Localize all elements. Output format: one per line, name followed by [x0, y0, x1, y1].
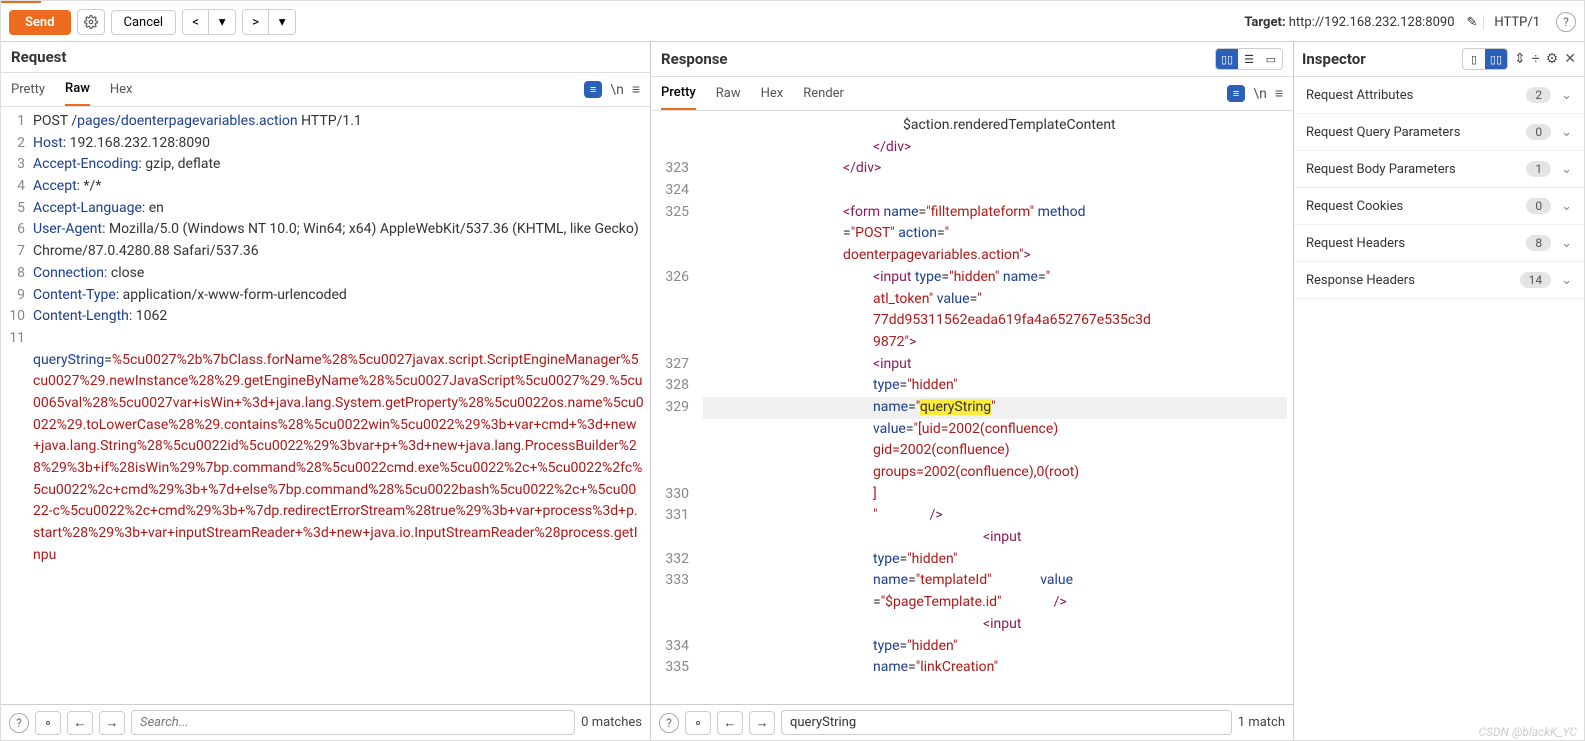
- resp-settings-icon[interactable]: [685, 711, 711, 735]
- response-body[interactable]: 323324325 326 327328329 330331 332333 33…: [651, 111, 1293, 704]
- inspector-row[interactable]: Request Body Parameters1⌄: [1294, 151, 1584, 188]
- tab-resp-hex[interactable]: Hex: [761, 78, 784, 109]
- request-body[interactable]: 1234567891011 POST /pages/doenterpagevar…: [1, 107, 650, 704]
- settings-icon[interactable]: [77, 9, 105, 35]
- insp-split-icon[interactable]: ÷: [1532, 51, 1540, 67]
- nav-back-group: < ▾: [182, 9, 236, 35]
- wrap-toggle[interactable]: ≡: [584, 81, 602, 98]
- inspector-title: Inspector: [1302, 50, 1456, 68]
- tab-raw[interactable]: Raw: [65, 73, 90, 106]
- insp-close-icon[interactable]: ✕: [1564, 51, 1576, 67]
- http-version[interactable]: HTTP/1: [1483, 15, 1550, 30]
- tab-hex[interactable]: Hex: [110, 74, 133, 105]
- response-title: Response: [661, 50, 1215, 68]
- tab-pretty[interactable]: Pretty: [11, 74, 45, 105]
- request-tabs: Pretty Raw Hex ≡ \n ≡: [1, 73, 650, 107]
- resp-newline-icon[interactable]: \n: [1253, 86, 1266, 102]
- req-prev-icon[interactable]: ←: [67, 711, 93, 735]
- help-icon[interactable]: ?: [1556, 12, 1576, 32]
- inspector-row[interactable]: Request Attributes2⌄: [1294, 77, 1584, 114]
- nav-fwd-group: > ▾: [242, 9, 296, 35]
- inspector-row[interactable]: Response Headers14⌄: [1294, 262, 1584, 299]
- request-panel: Request Pretty Raw Hex ≡ \n ≡ 1234567891…: [1, 42, 651, 740]
- inspector-panel: Inspector ▯▯▯ ⇕ ÷ ⚙ ✕ Request Attributes…: [1294, 42, 1584, 740]
- inspector-row[interactable]: Request Cookies0⌄: [1294, 188, 1584, 225]
- tab-resp-pretty[interactable]: Pretty: [661, 77, 696, 110]
- tab-resp-raw[interactable]: Raw: [716, 78, 741, 109]
- req-help-icon[interactable]: ?: [9, 713, 29, 733]
- nav-fwd-button[interactable]: >: [243, 10, 269, 34]
- cancel-button[interactable]: Cancel: [111, 10, 177, 35]
- edit-target-icon[interactable]: ✎: [1467, 15, 1478, 30]
- insp-layout-toggle[interactable]: ▯▯▯: [1462, 48, 1508, 70]
- request-search-input[interactable]: [131, 710, 575, 735]
- nav-fwd-dropdown[interactable]: ▾: [269, 10, 295, 34]
- response-matches: 1 match: [1238, 715, 1285, 730]
- main-toolbar: Send Cancel < ▾ > ▾ Target: http://192.1…: [1, 3, 1584, 42]
- menu-icon[interactable]: ≡: [632, 81, 640, 98]
- response-tabs: Pretty Raw Hex Render ≡ \n ≡: [651, 77, 1293, 111]
- nav-back-dropdown[interactable]: ▾: [209, 10, 235, 34]
- layout-toggle[interactable]: ▯▯☰▭: [1215, 48, 1283, 70]
- tab-resp-render[interactable]: Render: [803, 78, 844, 109]
- resp-wrap-toggle[interactable]: ≡: [1227, 85, 1245, 102]
- request-title: Request: [11, 48, 640, 66]
- inspector-row[interactable]: Request Headers8⌄: [1294, 225, 1584, 262]
- resp-prev-icon[interactable]: ←: [717, 711, 743, 735]
- response-search-input[interactable]: [781, 710, 1232, 735]
- insp-collapse-icon[interactable]: ⇕: [1514, 51, 1526, 67]
- send-button[interactable]: Send: [9, 10, 71, 35]
- resp-next-icon[interactable]: →: [749, 711, 775, 735]
- insp-settings-icon[interactable]: ⚙: [1546, 51, 1559, 67]
- watermark: CSDN @blackK_YC: [1479, 725, 1577, 739]
- resp-menu-icon[interactable]: ≡: [1275, 85, 1283, 102]
- req-settings-icon[interactable]: [35, 711, 61, 735]
- inspector-row[interactable]: Request Query Parameters0⌄: [1294, 114, 1584, 151]
- request-matches: 0 matches: [581, 715, 642, 730]
- target-display: Target: http://192.168.232.128:8090: [1244, 15, 1454, 30]
- req-next-icon[interactable]: →: [99, 711, 125, 735]
- newline-icon[interactable]: \n: [610, 82, 623, 98]
- response-panel: Response ▯▯☰▭ Pretty Raw Hex Render ≡ \n…: [651, 42, 1294, 740]
- nav-back-button[interactable]: <: [183, 10, 209, 34]
- inspector-list: Request Attributes2⌄Request Query Parame…: [1294, 77, 1584, 740]
- resp-help-icon[interactable]: ?: [659, 713, 679, 733]
